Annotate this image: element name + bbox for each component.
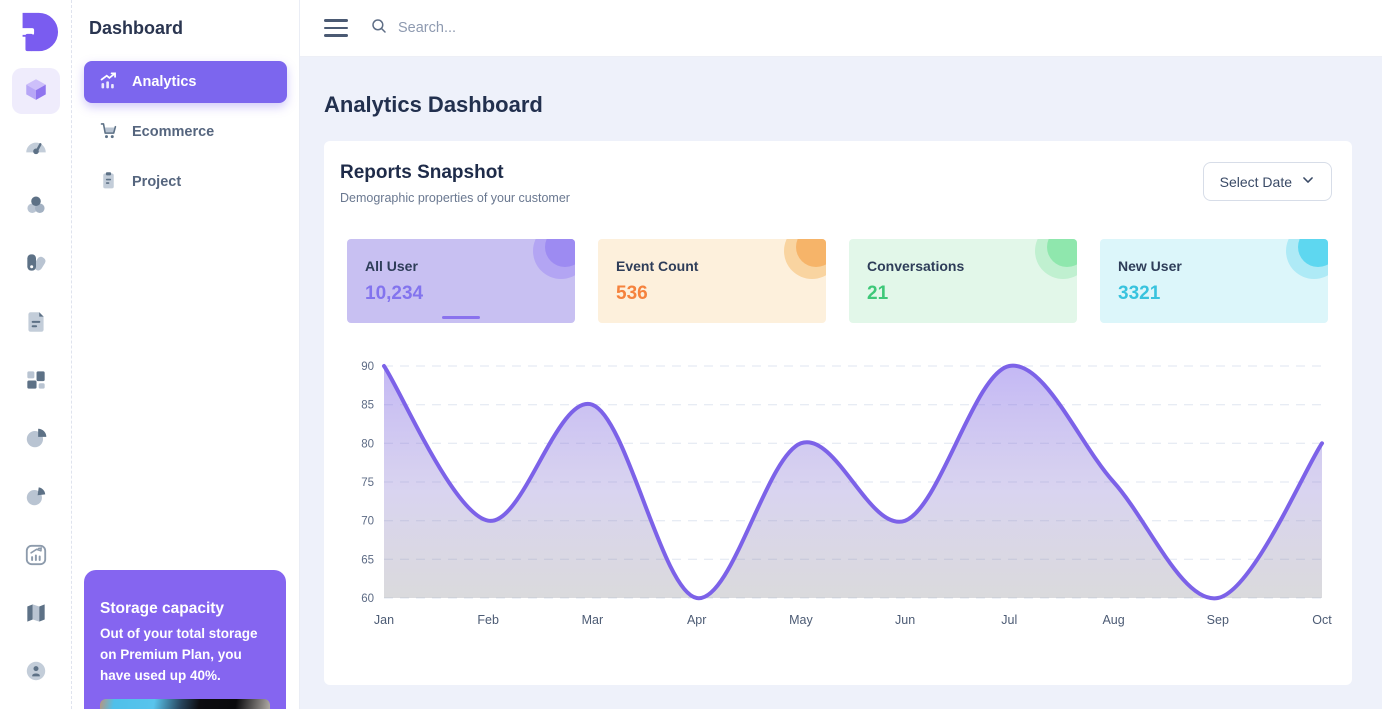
sidebar-item-label: Project [132,174,181,190]
map-icon [23,600,49,631]
svg-text:Jan: Jan [374,613,394,627]
storage-card-title: Storage capacity [100,600,270,618]
main-area: Analytics Dashboard Reports Snapshot Dem… [300,0,1382,709]
clipboard-icon [98,170,119,195]
topbar [300,0,1382,57]
svg-text:Sep: Sep [1207,613,1229,627]
rail-item-pie[interactable] [12,418,60,464]
rail-item-users[interactable] [12,185,60,231]
area-chart[interactable]: 90 85 80 75 70 65 60Jan Feb Mar Apr May Jun Jul Aug Se… [340,356,1336,646]
svg-text:90: 90 [361,361,374,373]
rail-item-chart[interactable] [12,534,60,580]
stat-value: 3321 [1118,283,1310,305]
svg-text:Apr: Apr [687,613,706,627]
layout-grid-icon [23,367,49,398]
stat-value: 536 [616,283,808,305]
svg-text:70: 70 [361,516,374,528]
search-input[interactable] [398,20,1358,36]
svg-text:85: 85 [361,400,374,412]
trending-up-icon [98,70,119,95]
stat-value: 10,234 [365,283,557,305]
medal-icon [23,658,49,689]
cart-icon [98,120,119,145]
rail-item-dashboard[interactable] [12,68,60,114]
stat-label: New User [1118,258,1310,274]
svg-text:65: 65 [361,554,374,566]
stat-value: 21 [867,283,1059,305]
select-date-label: Select Date [1220,174,1292,190]
svg-text:May: May [789,613,813,627]
report-subtitle: Demographic properties of your customer [340,191,570,205]
sidebar-item-label: Ecommerce [132,124,214,140]
svg-text:75: 75 [361,477,374,489]
rail-item-gauge[interactable] [12,126,60,172]
donut-chart-icon [23,483,49,514]
stats-row: All User 10,234 Event Count 536 Conversa… [347,239,1336,323]
rail-item-swatches[interactable] [12,243,60,289]
search-icon [370,17,388,40]
stat-label: All User [365,258,557,274]
svg-text:60: 60 [361,593,374,605]
select-date-button[interactable]: Select Date [1203,162,1332,201]
svg-text:Aug: Aug [1102,613,1124,627]
swatches-icon [23,250,49,281]
users-icon [23,192,49,223]
reports-snapshot-card: Reports Snapshot Demographic properties … [324,141,1352,685]
svg-text:Jun: Jun [895,613,915,627]
page-content: Analytics Dashboard Reports Snapshot Dem… [300,57,1382,685]
sidebar-item-project[interactable]: Project [84,161,287,203]
svg-text:80: 80 [361,438,374,450]
sidebar: Dashboard Analytics Ecommerce Project St… [72,0,300,709]
stat-active-indicator [442,316,480,319]
rail-item-document[interactable] [12,301,60,347]
icon-rail [0,0,72,709]
cube-icon [23,76,49,107]
chevron-down-icon [1301,173,1315,190]
rail-item-donut[interactable] [12,476,60,522]
stat-card-new-user[interactable]: New User 3321 [1100,239,1328,323]
page-title: Analytics Dashboard [324,92,1352,118]
svg-text:Jul: Jul [1001,613,1017,627]
report-title: Reports Snapshot [340,162,570,184]
stat-card-event-count[interactable]: Event Count 536 [598,239,826,323]
storage-capacity-card: Storage capacity Out of your total stora… [84,570,286,709]
rail-item-map[interactable] [12,592,60,638]
svg-text:Mar: Mar [582,613,604,627]
gauge-icon [23,134,49,165]
sidebar-item-ecommerce[interactable]: Ecommerce [84,111,287,153]
rail-item-medal[interactable] [12,651,60,697]
storage-card-body: Out of your total storage on Premium Pla… [100,624,270,687]
stat-card-conversations[interactable]: Conversations 21 [849,239,1077,323]
app-logo-icon[interactable] [13,9,59,55]
sidebar-title: Dashboard [89,18,287,39]
rail-item-layout[interactable] [12,359,60,405]
stat-label: Event Count [616,258,808,274]
stat-label: Conversations [867,258,1059,274]
storage-card-image [100,699,270,709]
svg-text:Oct: Oct [1312,613,1332,627]
sidebar-item-label: Analytics [132,74,196,90]
chart-square-icon [23,542,49,573]
pie-chart-icon [23,425,49,456]
sidebar-item-analytics[interactable]: Analytics [84,61,287,103]
stat-card-all-user[interactable]: All User 10,234 [347,239,575,323]
document-icon [23,309,49,340]
menu-toggle-icon[interactable] [324,19,348,37]
svg-text:Feb: Feb [477,613,499,627]
search-box [370,17,1358,40]
